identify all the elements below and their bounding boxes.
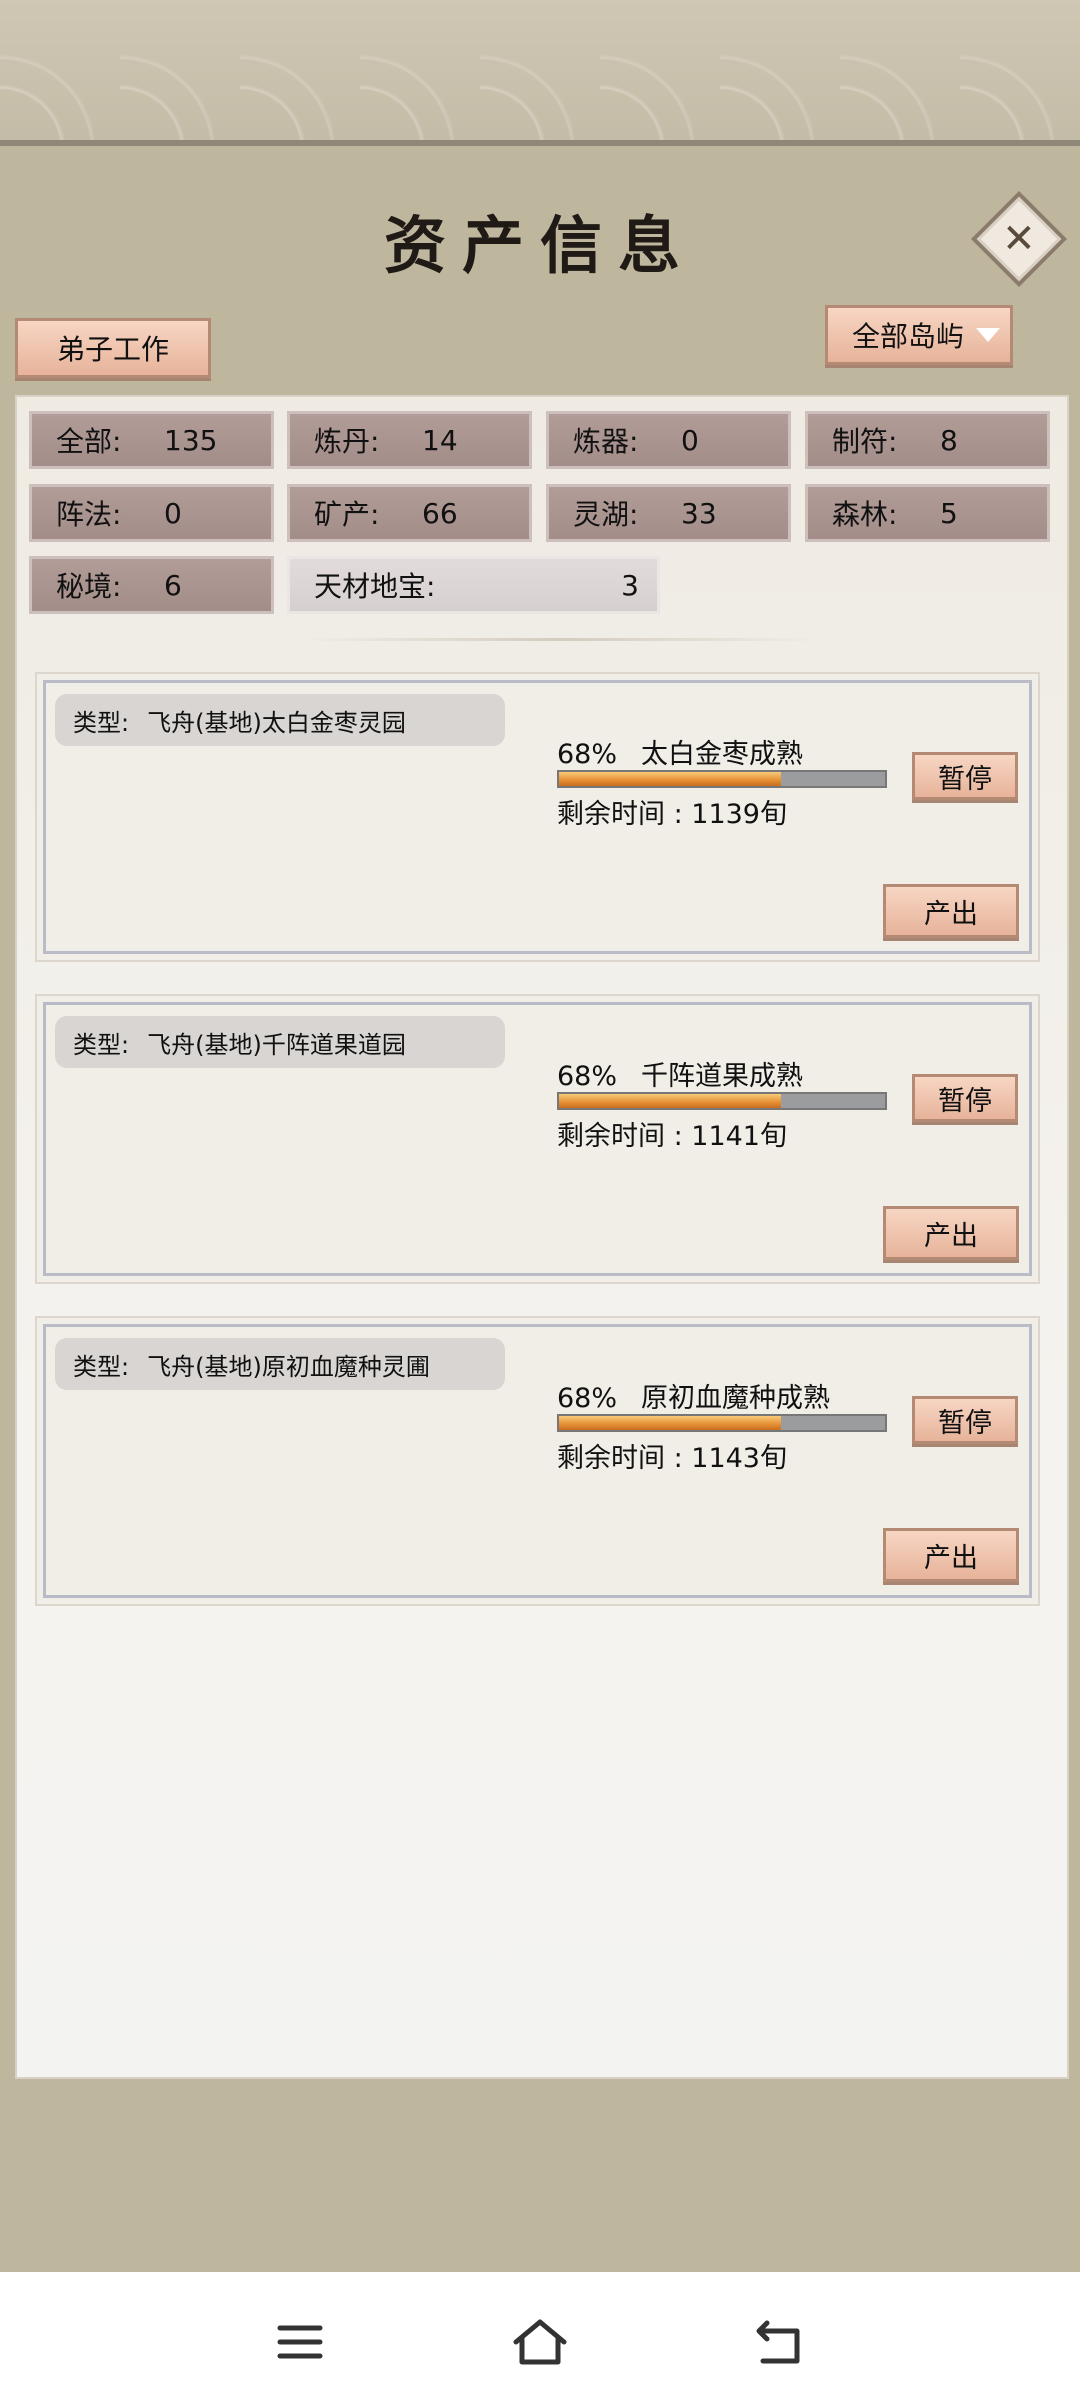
pause-button[interactable]: 暂停	[912, 1396, 1018, 1444]
stat-formation[interactable]: 阵法: 0	[29, 484, 274, 542]
progress-bar	[557, 1092, 887, 1110]
remaining-time: 剩余时间 : 1141旬	[557, 1121, 787, 1152]
asset-type: 类型: 飞舟(基地)太白金枣灵园	[55, 694, 505, 746]
progress-info: 68% 千阵道果成熟	[557, 1061, 804, 1092]
stat-lake[interactable]: 灵湖: 33	[546, 484, 791, 542]
remaining-time: 剩余时间 : 1143旬	[557, 1443, 787, 1474]
top-decoration	[0, 0, 1080, 150]
asset-type: 类型: 飞舟(基地)原初血魔种灵圃	[55, 1338, 505, 1390]
stat-treasure[interactable]: 天材地宝: 3	[287, 556, 660, 614]
close-icon: ✕	[1002, 215, 1036, 262]
asset-card: 类型: 飞舟(基地)太白金枣灵园 68% 太白金枣成熟 剩余时间 : 1139旬 暂…	[35, 672, 1040, 962]
system-nav-bar	[0, 2272, 1080, 2400]
back-icon[interactable]	[750, 2317, 810, 2367]
output-button[interactable]: 产出	[883, 1528, 1019, 1582]
progress-info: 68% 原初血魔种成熟	[557, 1383, 831, 1414]
stat-talisman[interactable]: 制符: 8	[805, 411, 1050, 469]
menu-icon[interactable]	[270, 2317, 330, 2367]
output-button[interactable]: 产出	[883, 884, 1019, 938]
stat-forest[interactable]: 森林: 5	[805, 484, 1050, 542]
disciple-work-button[interactable]: 弟子工作	[15, 318, 211, 378]
asset-card: 类型: 飞舟(基地)千阵道果道园 68% 千阵道果成熟 剩余时间 : 1141旬 暂…	[35, 994, 1040, 1284]
island-filter-dropdown[interactable]: 全部岛屿	[825, 305, 1013, 365]
divider	[300, 638, 820, 641]
asset-card: 类型: 飞舟(基地)原初血魔种灵圃 68% 原初血魔种成熟 剩余时间 : 1143旬…	[35, 1316, 1040, 1606]
stat-alchemy[interactable]: 炼丹: 14	[287, 411, 532, 469]
progress-bar	[557, 1414, 887, 1432]
stat-refining[interactable]: 炼器: 0	[546, 411, 791, 469]
asset-type: 类型: 飞舟(基地)千阵道果道园	[55, 1016, 505, 1068]
page-title: 资产信息	[383, 209, 696, 282]
home-icon[interactable]	[510, 2317, 570, 2367]
progress-info: 68% 太白金枣成熟	[557, 739, 804, 770]
progress-bar	[557, 770, 887, 788]
stat-all[interactable]: 全部: 135	[29, 411, 274, 469]
pause-button[interactable]: 暂停	[912, 1074, 1018, 1122]
chevron-down-icon	[976, 328, 1001, 342]
stat-mine[interactable]: 矿产: 66	[287, 484, 532, 542]
island-filter-label: 全部岛屿	[852, 320, 965, 353]
remaining-time: 剩余时间 : 1139旬	[557, 799, 787, 830]
stat-secret-realm[interactable]: 秘境: 6	[29, 556, 274, 614]
pause-button[interactable]: 暂停	[912, 752, 1018, 800]
output-button[interactable]: 产出	[883, 1206, 1019, 1260]
